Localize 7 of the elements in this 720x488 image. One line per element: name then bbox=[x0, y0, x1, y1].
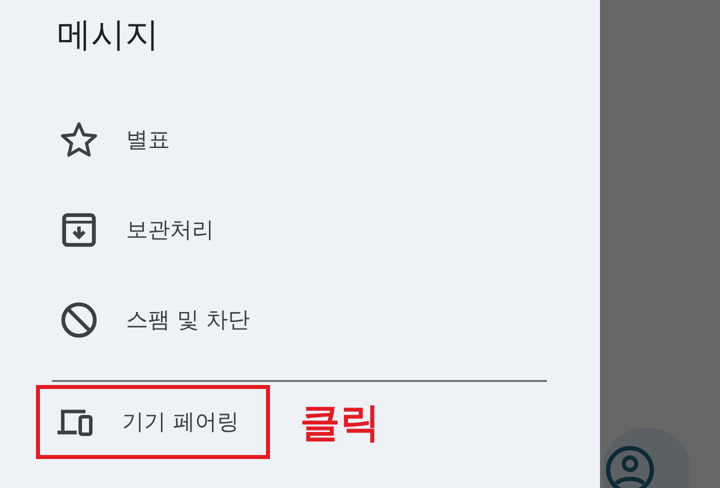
drawer-item[interactable]: 별표 bbox=[0, 115, 174, 165]
annotation-text: 클릭 bbox=[300, 398, 380, 448]
person-icon bbox=[605, 445, 655, 488]
drawer-item[interactable]: 기기 페어링 bbox=[36, 385, 270, 459]
drawer-item[interactable]: 보관처리 bbox=[0, 205, 218, 255]
drawer-title: 메시지 bbox=[56, 14, 160, 57]
drawer-item[interactable]: 스팸 및 차단 bbox=[0, 295, 254, 345]
